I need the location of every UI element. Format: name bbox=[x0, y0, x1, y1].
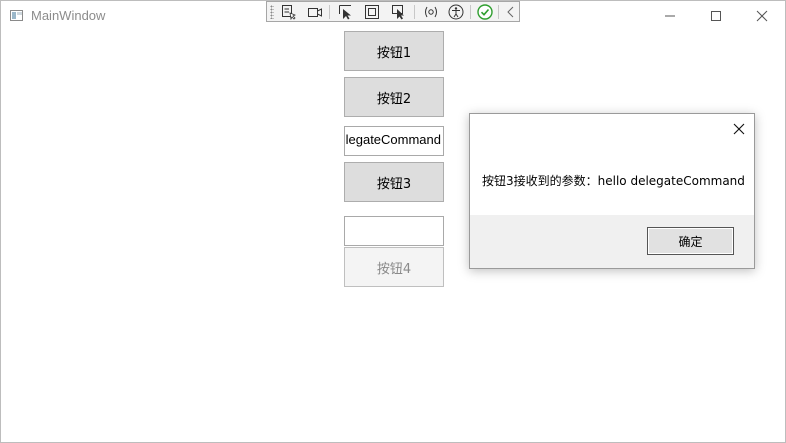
button-3[interactable]: 按钮3 bbox=[344, 162, 444, 202]
app-icon bbox=[10, 10, 23, 21]
message-box: 按钮3接收到的参数：hello delegateCommand 确定 bbox=[469, 113, 755, 269]
frame-icon[interactable] bbox=[364, 4, 380, 20]
close-icon bbox=[733, 123, 745, 135]
ok-status-icon[interactable] bbox=[477, 4, 493, 20]
binding-failures-icon[interactable] bbox=[423, 4, 439, 20]
window-title: MainWindow bbox=[31, 8, 106, 23]
parameter-input[interactable]: legateCommand bbox=[344, 126, 444, 156]
maximize-icon bbox=[711, 11, 721, 21]
collapse-chevron-icon[interactable] bbox=[503, 4, 519, 20]
empty-input[interactable] bbox=[344, 216, 444, 246]
close-button[interactable] bbox=[739, 1, 785, 31]
pointer-select-icon[interactable] bbox=[338, 4, 354, 20]
minimize-icon bbox=[665, 15, 675, 17]
toolbar-grip[interactable] bbox=[270, 5, 274, 19]
message-box-footer: 确定 bbox=[470, 215, 754, 268]
ok-button[interactable]: 确定 bbox=[647, 227, 734, 255]
debug-toolbar bbox=[266, 1, 520, 22]
record-icon[interactable] bbox=[307, 4, 323, 20]
button-1[interactable]: 按钮1 bbox=[344, 31, 444, 71]
close-icon bbox=[756, 10, 768, 22]
select-element-icon[interactable] bbox=[281, 4, 297, 20]
parameter-input-value: legateCommand bbox=[345, 132, 441, 147]
button-4: 按钮4 bbox=[344, 247, 444, 287]
track-focus-icon[interactable] bbox=[391, 4, 407, 20]
message-box-close-button[interactable] bbox=[730, 120, 748, 138]
button-2[interactable]: 按钮2 bbox=[344, 77, 444, 117]
message-text: 按钮3接收到的参数：hello delegateCommand bbox=[482, 174, 745, 188]
maximize-button[interactable] bbox=[693, 1, 739, 31]
minimize-button[interactable] bbox=[647, 1, 693, 31]
accessibility-icon[interactable] bbox=[448, 4, 464, 20]
